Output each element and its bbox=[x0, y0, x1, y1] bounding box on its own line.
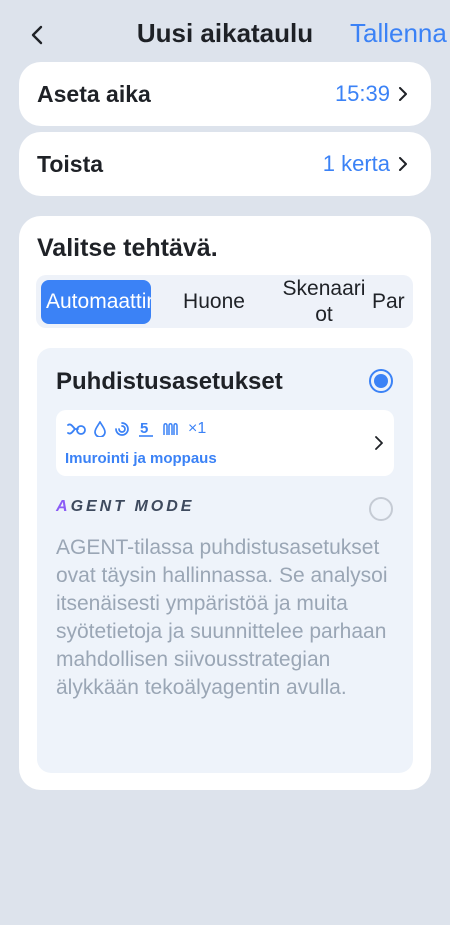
task-card: Valitse tehtävä. Automaattin… Huone Sken… bbox=[19, 216, 431, 790]
repeat-value: 1 kerta bbox=[322, 151, 390, 176]
tab-room-label: Huone bbox=[183, 289, 245, 313]
times-count: ×1 bbox=[188, 420, 207, 437]
task-section-title: Valitse tehtävä. bbox=[37, 234, 218, 262]
header-bar: Uusi aikataulu Tallenna bbox=[0, 0, 450, 68]
settings-icon-row: 5 ×1 bbox=[66, 420, 206, 438]
tab-partial-label: Par bbox=[372, 289, 405, 313]
repeat-row[interactable]: Toista 1 kerta bbox=[19, 132, 431, 196]
fan-suction-icon bbox=[67, 423, 86, 435]
agent-mode-description: AGENT-tilassa puhdistusasetukset ovat tä… bbox=[56, 536, 388, 699]
chevron-right-icon bbox=[398, 157, 412, 171]
cleaning-options-panel: Puhdistusasetukset 5 ×1 Imurointi ja mop… bbox=[37, 348, 413, 773]
cleaning-settings-title: Puhdistusasetukset bbox=[56, 368, 283, 395]
tab-automatic[interactable]: Automaattin… bbox=[41, 280, 151, 324]
number-5-icon: 5 bbox=[139, 420, 153, 437]
mop-icon bbox=[163, 423, 178, 435]
water-drop-icon bbox=[94, 421, 106, 437]
save-button[interactable]: Tallenna bbox=[350, 18, 447, 49]
agent-mode-radio[interactable] bbox=[369, 497, 393, 521]
agent-mode-label-initial: A bbox=[56, 498, 71, 515]
tab-automatic-label: Automaattin… bbox=[46, 290, 151, 314]
cleaning-settings-detail[interactable]: 5 ×1 Imurointi ja moppaus bbox=[56, 410, 394, 476]
task-tabs: Automaattin… Huone Skenaariot Par bbox=[36, 275, 413, 328]
tab-partial[interactable]: Par bbox=[372, 275, 413, 328]
set-time-value: 15:39 bbox=[334, 81, 390, 106]
cleaning-mode-label: Imurointi ja moppaus bbox=[65, 450, 217, 467]
svg-text:5: 5 bbox=[140, 420, 148, 437]
set-time-row[interactable]: Aseta aika 15:39 bbox=[19, 62, 431, 126]
tab-room[interactable]: Huone bbox=[158, 275, 270, 328]
chevron-right-icon bbox=[374, 436, 384, 455]
swirl-icon bbox=[115, 422, 129, 436]
repeat-label: Toista bbox=[37, 150, 104, 177]
agent-mode-label: AGENT MODE bbox=[56, 498, 194, 516]
agent-mode-label-rest: GENT MODE bbox=[70, 498, 195, 515]
set-time-label: Aseta aika bbox=[37, 80, 151, 107]
tab-scenarios[interactable]: Skenaariot bbox=[276, 275, 372, 328]
chevron-right-icon bbox=[398, 87, 412, 101]
tab-scenarios-label: Skenaariot bbox=[282, 277, 366, 326]
cleaning-settings-radio[interactable] bbox=[369, 369, 393, 393]
